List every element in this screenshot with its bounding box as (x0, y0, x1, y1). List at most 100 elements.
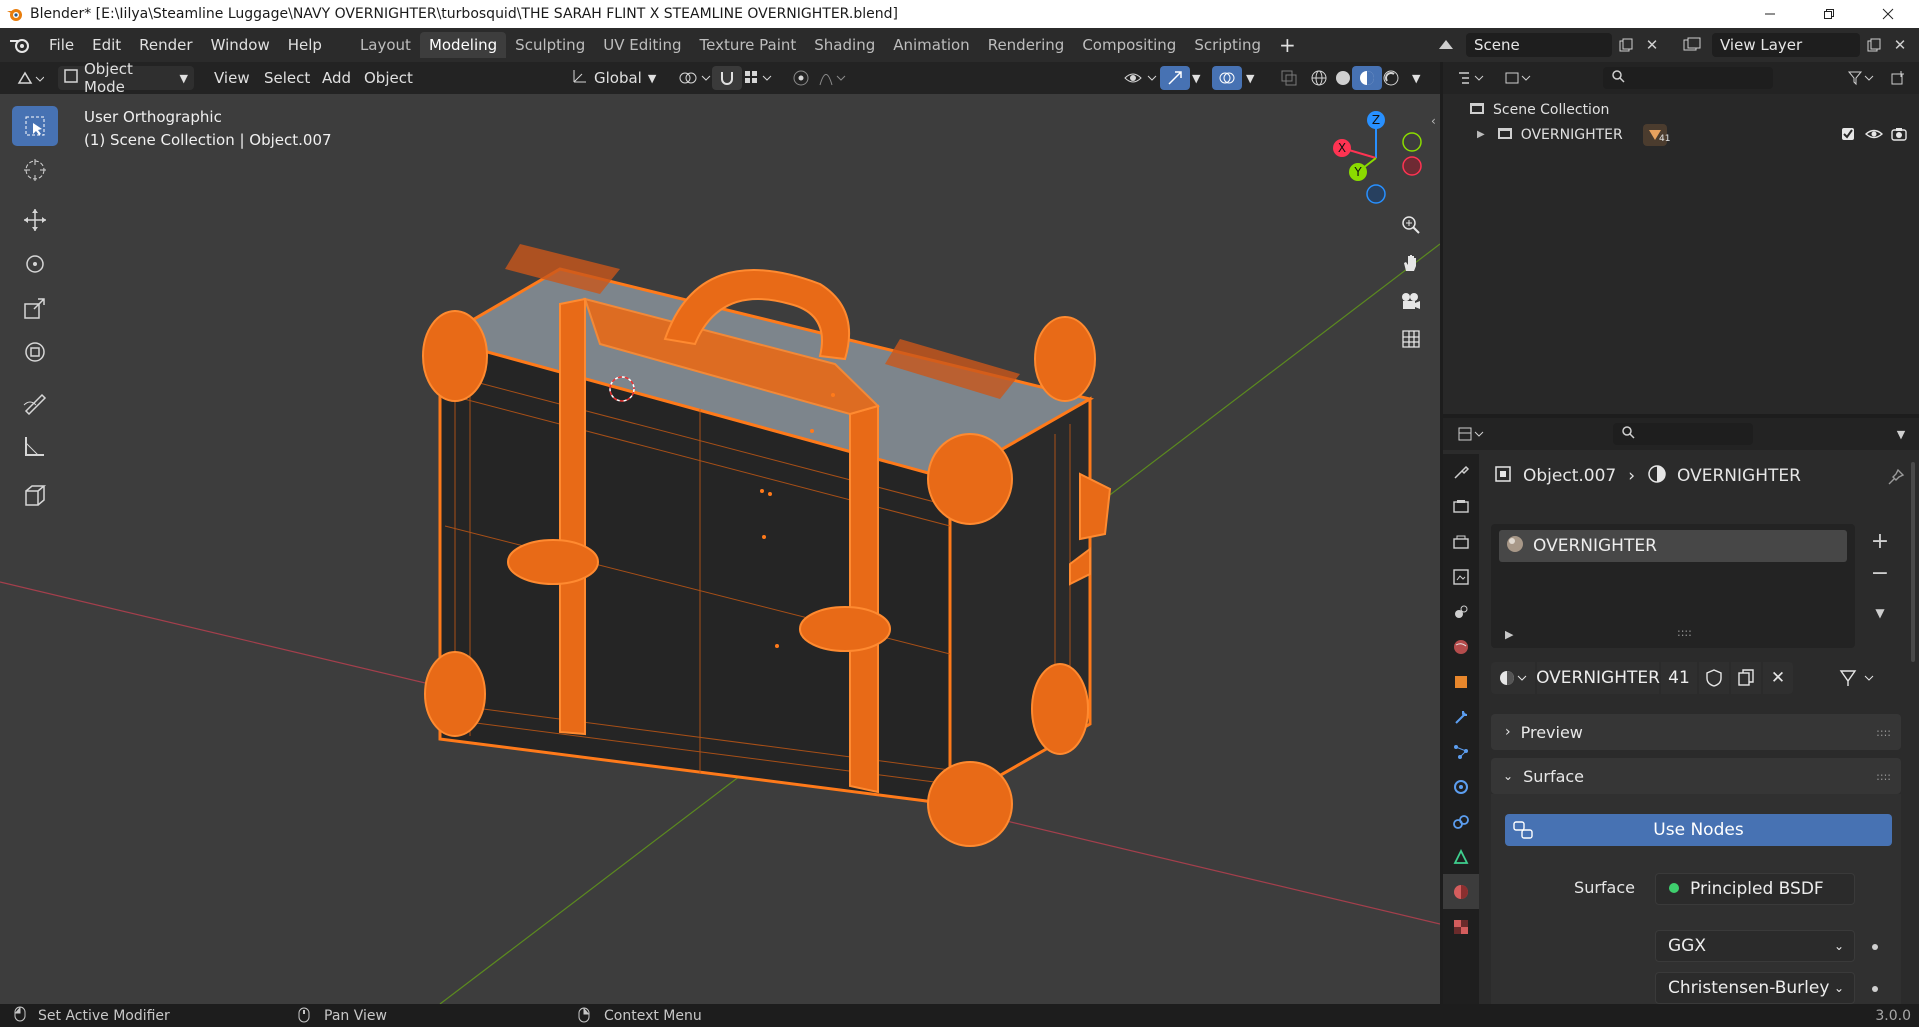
outliner-editor-type-icon[interactable] (1453, 66, 1491, 90)
transform-orientation-dropdown[interactable]: Global ▼ (566, 66, 662, 90)
menu-add[interactable]: Add (316, 66, 357, 90)
expand-arrow-icon[interactable]: ▶ (1505, 628, 1513, 641)
toggle-perspective-grid-icon[interactable] (1394, 322, 1428, 356)
tab-compositing[interactable]: Compositing (1073, 32, 1185, 58)
move-tool[interactable] (12, 200, 58, 240)
data-tab-icon[interactable] (1443, 839, 1479, 874)
resize-handle-icon[interactable]: :::: (1677, 626, 1692, 639)
display-mode-icon[interactable] (1501, 66, 1537, 90)
menu-select[interactable]: Select (258, 66, 316, 90)
pan-hand-icon[interactable] (1394, 246, 1428, 280)
use-nodes-button[interactable]: Use Nodes (1505, 814, 1892, 846)
view-layer-tab-icon[interactable] (1443, 559, 1479, 594)
link-type-dropdown-icon[interactable] (1831, 662, 1887, 694)
eye-visibility-icon[interactable] (1864, 127, 1884, 145)
snap-target-icon[interactable] (738, 66, 780, 90)
material-tab-icon[interactable] (1443, 874, 1479, 909)
world-tab-icon[interactable] (1443, 629, 1479, 664)
modifier-tab-icon[interactable] (1443, 699, 1479, 734)
drag-handle-icon[interactable]: :::: (1876, 726, 1891, 739)
menu-file[interactable]: File (40, 32, 83, 58)
tab-scripting[interactable]: Scripting (1185, 32, 1270, 58)
render-tab-icon[interactable] (1443, 489, 1479, 524)
surface-shader-selector[interactable]: Principled BSDF (1655, 873, 1855, 905)
filter-icon[interactable] (1843, 66, 1879, 90)
menu-object[interactable]: Object (358, 66, 419, 90)
expand-arrow-icon[interactable]: ▶ (1477, 129, 1485, 140)
rotate-tool[interactable] (12, 244, 58, 284)
tab-animation[interactable]: Animation (884, 32, 978, 58)
subsurface-method-dropdown[interactable]: Christensen-Burley ⌄ (1655, 972, 1855, 1004)
scene-tab-icon[interactable] (1443, 594, 1479, 629)
drag-handle-icon[interactable]: :::: (1876, 770, 1891, 783)
close-window-button[interactable] (1865, 0, 1911, 28)
duplicate-material-icon[interactable] (1731, 662, 1761, 694)
suitcase-object[interactable] (422, 244, 1112, 847)
camera-view-icon[interactable] (1394, 284, 1428, 318)
menu-view[interactable]: View (208, 66, 256, 90)
minimize-button[interactable] (1747, 0, 1793, 28)
texture-tab-icon[interactable] (1443, 909, 1479, 944)
transform-tool[interactable] (12, 332, 58, 372)
3d-viewport[interactable] (0, 94, 1440, 1004)
pin-icon[interactable] (1883, 464, 1909, 490)
exclude-checkbox-icon[interactable] (1841, 127, 1855, 145)
menu-render[interactable]: Render (130, 32, 201, 58)
measure-tool[interactable] (12, 426, 58, 466)
falloff-curve-icon[interactable] (812, 66, 854, 90)
delete-view-layer-icon[interactable]: ✕ (1888, 33, 1912, 57)
output-tab-icon[interactable] (1443, 524, 1479, 559)
menu-window[interactable]: Window (202, 32, 279, 58)
properties-scrollbar[interactable] (1911, 462, 1915, 662)
add-material-slot-icon[interactable]: + (1865, 526, 1895, 556)
properties-options-icon[interactable]: ▼ (1889, 422, 1913, 446)
blender-menu-icon[interactable] (0, 36, 40, 54)
new-scene-icon[interactable] (1614, 33, 1638, 57)
overlays-toggle-icon[interactable] (1212, 66, 1242, 90)
remove-material-slot-icon[interactable]: − (1865, 558, 1895, 588)
scene-selector-icon[interactable] (1428, 33, 1464, 57)
constraints-tab-icon[interactable] (1443, 804, 1479, 839)
annotate-tool[interactable] (12, 382, 58, 422)
physics-tab-icon[interactable] (1443, 769, 1479, 804)
outliner-search-input[interactable] (1603, 67, 1773, 89)
tab-sculpting[interactable]: Sculpting (506, 32, 594, 58)
overlays-dropdown-icon[interactable]: ▼ (1240, 66, 1260, 90)
browse-material-icon[interactable] (1491, 662, 1535, 694)
object-tab-icon[interactable] (1443, 664, 1479, 699)
tab-uv-editing[interactable]: UV Editing (594, 32, 690, 58)
fake-user-shield-icon[interactable] (1699, 662, 1729, 694)
tab-shading[interactable]: Shading (805, 32, 884, 58)
tab-layout[interactable]: Layout (351, 32, 420, 58)
gizmo-dropdown-icon[interactable]: ▼ (1186, 66, 1206, 90)
unlink-material-icon[interactable]: ✕ (1763, 662, 1793, 694)
surface-panel-header[interactable]: ⌄ Surface :::: (1491, 758, 1901, 794)
sidebar-toggle-icon[interactable]: ‹ (1431, 114, 1436, 128)
material-slot-item[interactable]: OVERNIGHTER (1499, 530, 1847, 562)
menu-edit[interactable]: Edit (83, 32, 130, 58)
slot-specials-icon[interactable]: ▼ (1865, 598, 1895, 628)
shading-dropdown-icon[interactable]: ▼ (1406, 66, 1426, 90)
socket-dot-icon[interactable] (1870, 940, 1880, 956)
new-view-layer-icon[interactable] (1862, 33, 1886, 57)
mode-dropdown[interactable]: Object Mode ▼ (58, 60, 194, 96)
preview-panel-header[interactable]: › Preview :::: (1491, 714, 1901, 750)
scene-collection-row[interactable]: Scene Collection (1443, 97, 1919, 122)
particles-tab-icon[interactable] (1443, 734, 1479, 769)
distribution-dropdown[interactable]: GGX ⌄ (1655, 930, 1855, 962)
visibility-dropdown-icon[interactable] (1118, 66, 1164, 90)
navigation-gizmo[interactable]: Z X Y (1328, 108, 1430, 210)
new-collection-icon[interactable] (1885, 66, 1911, 90)
rendered-shading-icon[interactable] (1376, 66, 1406, 90)
scale-tool[interactable] (12, 288, 58, 328)
zoom-icon[interactable] (1394, 208, 1428, 242)
tab-modeling[interactable]: Modeling (419, 32, 507, 58)
tab-rendering[interactable]: Rendering (979, 32, 1074, 58)
scene-name-field[interactable]: Scene (1466, 33, 1612, 57)
editor-type-icon[interactable] (10, 66, 50, 90)
add-workspace-icon[interactable]: + (1270, 32, 1305, 58)
cursor-tool[interactable] (12, 150, 58, 190)
properties-editor-type-icon[interactable] (1453, 422, 1491, 446)
collection-row-overnighter[interactable]: ▶ OVERNIGHTER 41 (1443, 122, 1919, 147)
users-count-button[interactable]: 41 (1661, 662, 1697, 694)
